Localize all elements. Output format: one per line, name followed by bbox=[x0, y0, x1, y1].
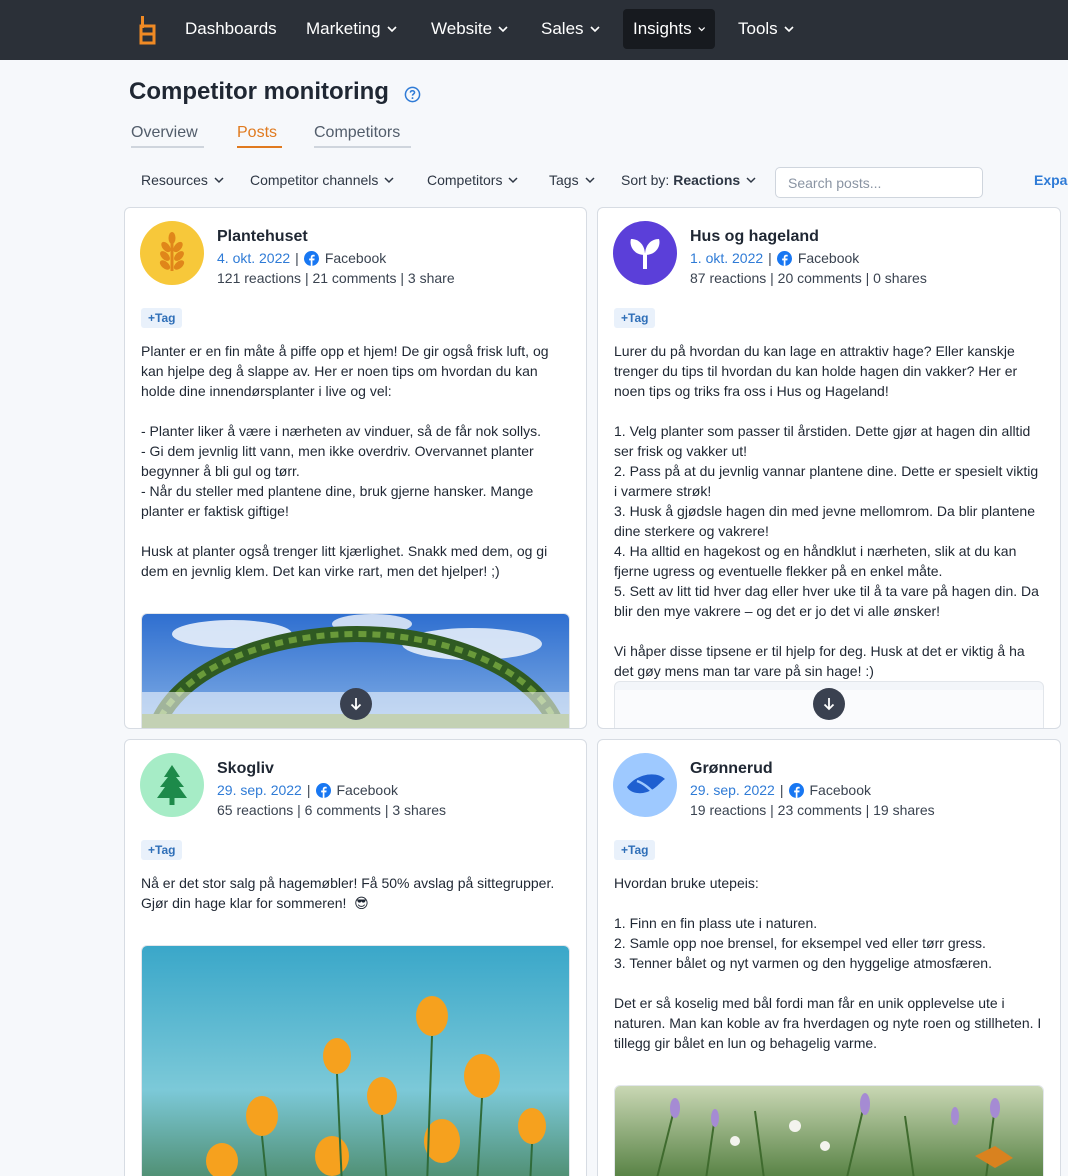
nav-label: Dashboards bbox=[185, 19, 277, 38]
post-channel: Facebook bbox=[336, 782, 398, 798]
post-date-link[interactable]: 4. okt. 2022 bbox=[217, 250, 290, 266]
facebook-icon bbox=[788, 782, 804, 798]
chevron-down-icon bbox=[498, 26, 508, 33]
arrow-down-icon bbox=[350, 698, 362, 711]
nav-marketing[interactable]: Marketing bbox=[296, 9, 407, 49]
competitor-avatar bbox=[140, 221, 204, 285]
separator: | bbox=[295, 250, 299, 266]
tab-posts[interactable]: Posts bbox=[237, 124, 282, 148]
facebook-icon bbox=[315, 782, 331, 798]
post-meta: 1. okt. 2022 | Facebook bbox=[690, 250, 859, 266]
filter-label: Resources bbox=[141, 172, 208, 188]
post-meta: 29. sep. 2022 | Facebook bbox=[217, 782, 398, 798]
filter-label: Competitors bbox=[427, 172, 503, 188]
question-circle-icon[interactable] bbox=[404, 86, 421, 103]
post-card: Hus og hageland 1. okt. 2022 | Facebook … bbox=[597, 207, 1061, 729]
filter-competitor-channels[interactable]: Competitor channels bbox=[250, 172, 394, 188]
add-tag-button[interactable]: +Tag bbox=[614, 840, 656, 860]
facebook-icon bbox=[303, 250, 319, 266]
post-meta: 4. okt. 2022 | Facebook bbox=[217, 250, 386, 266]
competitor-name[interactable]: Skogliv bbox=[217, 760, 274, 778]
competitor-name[interactable]: Grønnerud bbox=[690, 760, 773, 778]
nav-website[interactable]: Website bbox=[421, 9, 518, 49]
nav-label: Tools bbox=[738, 19, 778, 38]
tab-competitors[interactable]: Competitors bbox=[314, 124, 411, 148]
post-channel: Facebook bbox=[809, 782, 871, 798]
post-card: Grønnerud 29. sep. 2022 | Facebook 19 re… bbox=[597, 739, 1061, 1176]
filter-label: Competitor channels bbox=[250, 172, 379, 188]
post-card: Plantehuset 4. okt. 2022 | Facebook 121 … bbox=[124, 207, 587, 729]
nav-label: Sales bbox=[541, 19, 584, 38]
nav-insights[interactable]: Insights bbox=[623, 9, 715, 49]
competitor-avatar bbox=[613, 753, 677, 817]
post-text: Planter er en fin måte å piffe opp et hj… bbox=[141, 343, 549, 579]
filter-competitors[interactable]: Competitors bbox=[427, 172, 518, 188]
add-tag-button[interactable]: +Tag bbox=[141, 308, 183, 328]
chevron-down-icon bbox=[784, 26, 794, 33]
chevron-down-icon bbox=[214, 177, 224, 184]
post-text: Hvordan bruke utepeis: 1. Finn en fin pl… bbox=[614, 875, 1042, 1051]
orange-poppies-image bbox=[142, 946, 569, 1176]
post-stats: 19 reactions | 23 comments | 19 shares bbox=[690, 802, 935, 818]
chevron-down-icon bbox=[585, 177, 595, 184]
post-channel: Facebook bbox=[324, 250, 387, 266]
tab-overview[interactable]: Overview bbox=[131, 124, 204, 148]
show-more-button[interactable] bbox=[340, 688, 372, 720]
sprout-icon bbox=[630, 239, 660, 269]
pine-tree-icon bbox=[157, 765, 187, 805]
sort-label: Sort by: bbox=[621, 172, 670, 188]
separator: | bbox=[768, 250, 772, 266]
post-text: Lurer du på hvordan du kan lage en attra… bbox=[614, 343, 1039, 679]
separator: | bbox=[779, 782, 784, 798]
nav-dashboards[interactable]: Dashboards bbox=[175, 9, 287, 49]
post-image[interactable] bbox=[614, 1085, 1044, 1176]
post-date-link[interactable]: 1. okt. 2022 bbox=[690, 250, 763, 266]
arrow-down-icon bbox=[823, 698, 835, 711]
filter-tags[interactable]: Tags bbox=[549, 172, 595, 188]
post-meta: 29. sep. 2022 | Facebook bbox=[690, 782, 871, 798]
chevron-down-icon bbox=[384, 177, 394, 184]
chevron-down-icon bbox=[508, 177, 518, 184]
competitor-name[interactable]: Hus og hageland bbox=[690, 228, 819, 246]
nav-tools[interactable]: Tools bbox=[728, 9, 804, 49]
post-text: Nå er det stor salg på hagemøbler! Få 50… bbox=[141, 875, 559, 911]
post-stats: 121 reactions | 21 comments | 3 share bbox=[217, 270, 455, 286]
competitor-avatar bbox=[140, 753, 204, 817]
post-card: Skogliv 29. sep. 2022 | Facebook 65 reac… bbox=[124, 739, 587, 1176]
competitor-avatar bbox=[613, 221, 677, 285]
search-posts-input[interactable] bbox=[775, 167, 983, 198]
show-more-button[interactable] bbox=[813, 688, 845, 720]
post-stats: 65 reactions | 6 comments | 3 shares bbox=[217, 802, 447, 818]
nav-label: Website bbox=[431, 19, 493, 38]
add-tag-button[interactable]: +Tag bbox=[614, 308, 656, 328]
facebook-icon bbox=[776, 250, 792, 266]
nav-sales[interactable]: Sales bbox=[531, 9, 610, 49]
filter-resources[interactable]: Resources bbox=[141, 172, 224, 188]
post-image[interactable] bbox=[141, 945, 570, 1176]
post-date-link[interactable]: 29. sep. 2022 bbox=[690, 782, 775, 798]
leaf-icon bbox=[627, 774, 665, 798]
page-title: Competitor monitoring bbox=[129, 78, 389, 105]
sort-by-dropdown[interactable]: Sort by: Reactions bbox=[621, 172, 756, 188]
separator: | bbox=[306, 782, 311, 798]
expand-link[interactable]: Expa bbox=[1034, 172, 1067, 188]
chevron-down-icon bbox=[746, 177, 756, 184]
post-channel: Facebook bbox=[797, 250, 860, 266]
nav-label: Insights bbox=[633, 19, 692, 38]
sort-value: Reactions bbox=[673, 172, 741, 188]
post-date-link[interactable]: 29. sep. 2022 bbox=[217, 782, 302, 798]
competitor-name[interactable]: Plantehuset bbox=[217, 228, 308, 246]
brand-logo[interactable] bbox=[137, 15, 157, 45]
add-tag-button[interactable]: +Tag bbox=[141, 840, 183, 860]
top-navigation-bar: Dashboards Marketing Website Sales Insig… bbox=[0, 0, 1068, 60]
chevron-down-icon bbox=[387, 26, 397, 33]
filter-label: Tags bbox=[549, 172, 579, 188]
chevron-down-icon bbox=[697, 27, 705, 32]
wildflowers-image bbox=[615, 1086, 1043, 1176]
chevron-down-icon bbox=[589, 26, 600, 33]
post-stats: 87 reactions | 20 comments | 0 shares bbox=[690, 270, 927, 286]
nav-label: Marketing bbox=[306, 19, 381, 38]
wheat-icon bbox=[159, 232, 185, 271]
